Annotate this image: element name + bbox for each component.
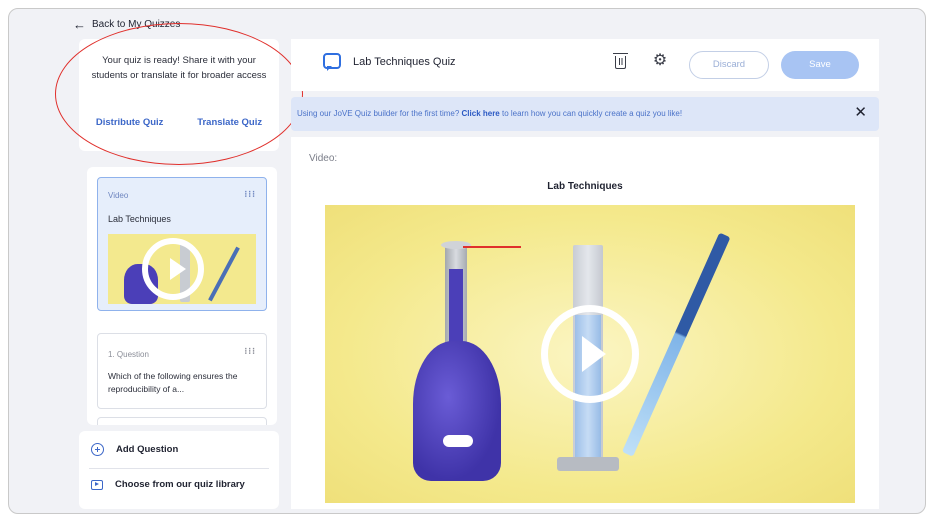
quiz-library-button[interactable]: Choose from our quiz library: [91, 479, 245, 490]
quiz-title[interactable]: Lab Techniques Quiz: [353, 56, 456, 68]
banner-text-post: to learn how you can quickly create a qu…: [499, 109, 683, 118]
share-card: Your quiz is ready! Share it with your s…: [79, 39, 279, 151]
list-item[interactable]: [97, 417, 267, 425]
add-question-label: Add Question: [116, 444, 179, 455]
gear-icon[interactable]: ⚙: [652, 53, 668, 69]
play-icon[interactable]: [541, 305, 639, 403]
library-icon: [91, 479, 103, 490]
flask-liquid: [449, 269, 463, 349]
play-icon[interactable]: [142, 238, 204, 300]
save-button[interactable]: Save: [781, 51, 859, 79]
translate-quiz-link[interactable]: Translate Quiz: [197, 117, 262, 128]
section-label: Video:: [309, 153, 338, 164]
video-title: Lab Techniques: [547, 181, 623, 192]
pipette-illustration: [208, 246, 240, 302]
video-thumbnail[interactable]: [108, 234, 256, 304]
flask-rim: [441, 241, 471, 249]
video-player[interactable]: [325, 205, 855, 503]
question-editor: Video: Lab Techniques: [291, 137, 879, 509]
add-question-button[interactable]: Add Question: [91, 443, 178, 456]
onboarding-banner: Using our JoVE Quiz builder for the firs…: [291, 97, 879, 131]
drag-handle-icon[interactable]: ⁝⁝⁝: [244, 346, 256, 357]
quiz-header: Lab Techniques Quiz ⚙ Discard Save: [291, 39, 879, 91]
question-preview: Which of the following ensures the repro…: [108, 371, 238, 394]
banner-link[interactable]: Click here: [462, 109, 500, 118]
volumetric-flask: [413, 341, 501, 481]
question-list: Video ⁝⁝⁝ Lab Techniques 1. Question ⁝⁝⁝…: [87, 167, 277, 425]
flask-label: [443, 435, 473, 447]
chat-bubble-icon: [323, 53, 341, 71]
item-type-label: Video: [108, 191, 129, 200]
item-type-label: 1. Question: [108, 350, 149, 359]
list-item-video[interactable]: Video ⁝⁝⁝ Lab Techniques: [97, 177, 267, 311]
distribute-quiz-link[interactable]: Distribute Quiz: [96, 117, 164, 128]
list-item-question[interactable]: 1. Question ⁝⁝⁝ Which of the following e…: [97, 333, 267, 409]
arrow-left-icon: ←: [73, 16, 86, 32]
library-label: Choose from our quiz library: [115, 479, 245, 490]
plus-circle-icon: [91, 443, 104, 456]
back-label: Back to My Quizzes: [92, 19, 181, 30]
annotation-line: [463, 246, 521, 248]
discard-button[interactable]: Discard: [689, 51, 769, 79]
close-icon[interactable]: ✕: [854, 105, 867, 121]
add-actions: Add Question Choose from our quiz librar…: [79, 431, 279, 509]
item-title: Lab Techniques: [108, 214, 171, 224]
app-frame: ← Back to My Quizzes Your quiz is ready!…: [8, 8, 926, 514]
back-link[interactable]: ← Back to My Quizzes: [73, 16, 181, 32]
banner-text: Using our JoVE Quiz builder for the firs…: [297, 109, 682, 118]
cylinder-base: [557, 457, 619, 471]
drag-handle-icon[interactable]: ⁝⁝⁝: [244, 189, 256, 200]
banner-text-pre: Using our JoVE Quiz builder for the firs…: [297, 109, 462, 118]
divider: [89, 468, 269, 469]
trash-icon[interactable]: [613, 53, 628, 69]
share-message: Your quiz is ready! Share it with your s…: [91, 55, 267, 81]
